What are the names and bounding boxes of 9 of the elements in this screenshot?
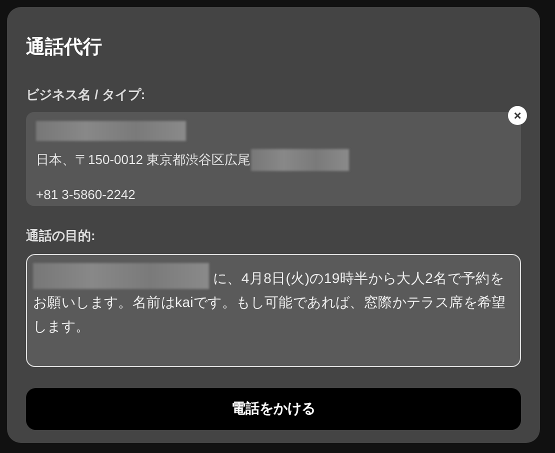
phone-text: +81 3-5860-2242 (36, 186, 136, 204)
call-button[interactable]: 電話をかける (26, 388, 521, 430)
address-text: 日本、〒150-0012 東京都渋谷区広尾 (36, 150, 251, 169)
dialog-title: 通話代行 (26, 36, 103, 60)
business-label: ビジネス名 / タイプ: (26, 86, 146, 104)
purpose-field[interactable]: に、4月8日(火)の19時半から大人2名で予約をお願いします。名前はkaiです。もし可能であれば、窓際かテラス席を希望します。 (26, 254, 521, 366)
purpose-label: 通話の目的: (26, 227, 96, 245)
purpose-text: に、4月8日(火)の19時半から大人2名で予約をお願いします。名前はkaiです。もし可能であれば、窓際かテラス席を希望します。 (33, 270, 506, 334)
close-button[interactable]: × (508, 106, 527, 125)
